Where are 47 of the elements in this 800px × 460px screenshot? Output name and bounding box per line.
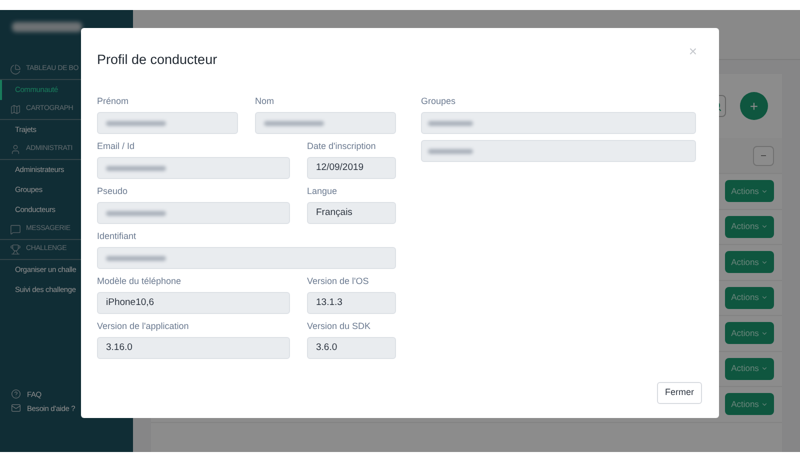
mail-icon — [11, 403, 21, 414]
field-label: Identifiant — [97, 231, 138, 242]
map-icon — [10, 104, 21, 115]
blurred-value — [106, 210, 166, 216]
field-label: Modèle du téléphone — [97, 276, 182, 287]
blurred-value — [428, 120, 473, 126]
caret-icon — [760, 330, 768, 337]
input-field[interactable] — [97, 112, 238, 134]
input-field[interactable]: Français — [307, 202, 396, 224]
input-field[interactable] — [97, 247, 396, 269]
blurred-value — [106, 256, 166, 260]
caret-icon — [760, 223, 768, 230]
caret-icon — [760, 400, 768, 408]
help-icon — [11, 389, 21, 400]
input-field[interactable] — [97, 202, 290, 224]
trophy-icon — [10, 244, 21, 255]
collapse-button[interactable]: – — [753, 146, 774, 166]
caret-icon — [760, 258, 768, 266]
input-field[interactable]: iPhone10,6 — [97, 292, 290, 314]
blurred-value — [106, 166, 166, 170]
field-label: Langue — [307, 186, 338, 197]
blurred-value — [106, 120, 166, 126]
close-dialog-button[interactable]: Fermer — [657, 382, 702, 404]
caret-icon — [760, 294, 768, 302]
field-label: Nom — [255, 96, 276, 107]
pie-chart-icon — [10, 64, 21, 75]
field-label: Email / Id — [97, 141, 136, 152]
field-label: Date d'inscription — [307, 141, 377, 152]
input-field[interactable] — [255, 112, 396, 134]
blurred-value — [428, 148, 473, 154]
field-label: Pseudo — [97, 186, 129, 197]
input-field[interactable]: 13.1.3 — [307, 292, 396, 314]
add-button[interactable]: + — [740, 92, 768, 120]
field-label: Version de l'application — [97, 321, 190, 332]
input-field[interactable] — [97, 157, 290, 179]
chat-icon — [10, 224, 21, 235]
input-field[interactable]: 12/09/2019 — [307, 157, 396, 179]
input-field[interactable]: 3.16.0 — [97, 337, 290, 359]
field-label: Groupes — [421, 96, 457, 107]
caret-icon — [760, 188, 768, 195]
field-label: Version du SDK — [307, 321, 372, 332]
input-field[interactable]: 3.6.0 — [307, 337, 396, 359]
blurred-value — [264, 120, 324, 126]
caret-icon — [760, 365, 768, 372]
field-label: Version de l'OS — [307, 276, 370, 287]
dialog-title: Profil de conducteur — [97, 51, 218, 69]
user-icon — [10, 144, 21, 155]
